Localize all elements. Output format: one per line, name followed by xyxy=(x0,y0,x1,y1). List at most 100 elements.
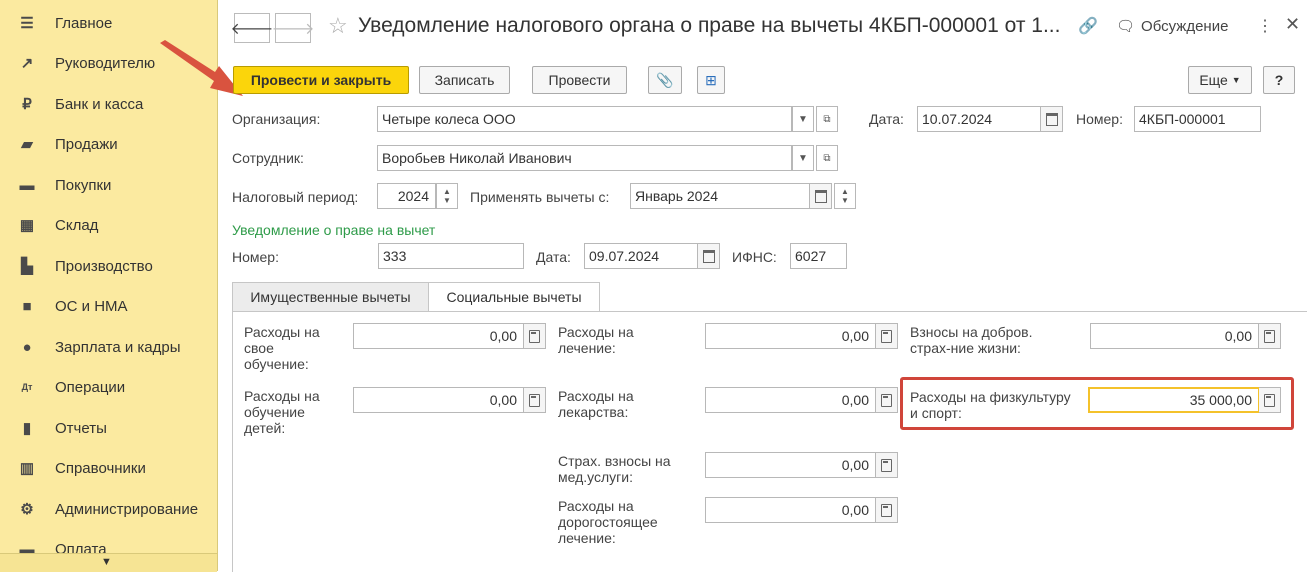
sidebar-item-production[interactable]: ▙ Производство xyxy=(0,247,217,285)
organization-open[interactable]: ⧉ xyxy=(816,106,838,132)
medicines-field[interactable]: 0,00 xyxy=(705,387,876,413)
med-insurance-label: Страх. взносы на мед.услуги: xyxy=(558,453,671,485)
sidebar-item-directories[interactable]: ▥ Справочники xyxy=(0,449,217,487)
open-icon: ⧉ xyxy=(823,113,831,125)
sidebar-item-label: Операции xyxy=(55,378,126,396)
sidebar-item-sales[interactable]: ▰ Продажи xyxy=(0,125,217,163)
notice-date-field[interactable]: 09.07.2024 xyxy=(584,243,698,269)
apply-from-calendar-button[interactable] xyxy=(810,183,832,209)
organization-field[interactable]: Четыре колеса ООО xyxy=(377,106,792,132)
forward-button[interactable]: 🡒 xyxy=(272,13,314,43)
life-insurance-calculator-button[interactable] xyxy=(1259,323,1281,349)
menu-icon: ☰ xyxy=(20,15,34,32)
sidebar-item-warehouse[interactable]: ▦ Склад xyxy=(0,206,217,244)
close-icon[interactable]: ✕ xyxy=(1285,14,1300,35)
tab-social-deductions[interactable]: Социальные вычеты xyxy=(428,282,600,312)
back-button[interactable]: 🡐 xyxy=(231,13,273,43)
employee-field[interactable]: Воробьев Николай Иванович xyxy=(377,145,792,171)
own-education-calculator-button[interactable] xyxy=(524,323,546,349)
link-icon[interactable]: 🔗 xyxy=(1078,16,1098,36)
expensive-treatment-label: Расходы на дорогостоящее лечение: xyxy=(558,498,658,546)
sidebar: ☰ Главное ↗ Руководителю ₽ Банк и касса … xyxy=(0,0,218,572)
discussion-button[interactable]: 🗨 Обсуждение xyxy=(1116,17,1228,36)
label-line: страх-ние жизни: xyxy=(910,340,1021,356)
children-education-label: Расходы на обучение детей: xyxy=(244,388,320,436)
medicines-calculator-button[interactable] xyxy=(876,387,898,413)
sport-calculator-button[interactable] xyxy=(1259,387,1281,413)
sidebar-item-operations[interactable]: Дт Операции xyxy=(0,368,217,406)
number-field[interactable]: 4КБП-000001 xyxy=(1134,106,1261,132)
more-button[interactable]: Еще ▼ xyxy=(1188,66,1252,94)
tab-property-deductions[interactable]: Имущественные вычеты xyxy=(232,282,429,312)
date-calendar-button[interactable] xyxy=(1041,106,1063,132)
operations-icon: Дт xyxy=(21,382,33,392)
organization-label: Организация: xyxy=(232,111,321,127)
label-line: Взносы на добров. xyxy=(910,324,1033,340)
tax-period-field[interactable]: 2024 xyxy=(377,183,436,209)
life-insurance-field[interactable]: 0,00 xyxy=(1090,323,1259,349)
chevron-down-icon: ▼ xyxy=(1231,75,1241,85)
save-button[interactable]: Записать xyxy=(419,66,510,94)
calculator-icon xyxy=(529,393,540,407)
employee-dropdown[interactable]: ▼ xyxy=(792,145,814,171)
page-title: Уведомление налогового органа о праве на… xyxy=(358,14,1061,37)
gear-icon: ⚙ xyxy=(20,501,34,518)
children-education-calculator-button[interactable] xyxy=(524,387,546,413)
expensive-treatment-calculator-button[interactable] xyxy=(876,497,898,523)
children-education-field[interactable]: 0,00 xyxy=(353,387,524,413)
sidebar-item-main[interactable]: ☰ Главное xyxy=(0,4,217,42)
sidebar-item-admin[interactable]: ⚙ Администрирование xyxy=(0,490,217,528)
sidebar-item-reports[interactable]: ▮ Отчеты xyxy=(0,409,217,447)
books-icon: ▥ xyxy=(19,460,35,477)
label-line: обучение xyxy=(244,404,305,420)
chevron-up-icon: ▲ xyxy=(443,187,451,196)
label-line: Страх. взносы на xyxy=(558,453,671,469)
chevron-down-icon: ▼ xyxy=(798,152,808,164)
expensive-treatment-field[interactable]: 0,00 xyxy=(705,497,876,523)
tax-period-stepper[interactable]: ▲ ▼ xyxy=(436,183,458,209)
factory-icon: ▙ xyxy=(21,258,33,275)
treatment-field[interactable]: 0,00 xyxy=(705,323,876,349)
treatment-calculator-button[interactable] xyxy=(876,323,898,349)
apply-from-label: Применять вычеты с: xyxy=(470,189,610,205)
sidebar-item-label: Администрирование xyxy=(55,500,199,518)
ifns-field[interactable]: 6027 xyxy=(790,243,847,269)
sidebar-item-label: Зарплата и кадры xyxy=(55,338,181,356)
notice-number-field[interactable]: 333 xyxy=(378,243,524,269)
sidebar-item-bank[interactable]: ₽ Банк и касса xyxy=(0,85,217,123)
number-label: Номер: xyxy=(1076,111,1123,127)
calculator-icon xyxy=(881,393,892,407)
sidebar-item-purchases[interactable]: ▬ Покупки xyxy=(0,166,217,204)
sidebar-item-salary[interactable]: ● Зарплата и кадры xyxy=(0,328,217,366)
sidebar-item-assets[interactable]: ■ ОС и НМА xyxy=(0,287,217,325)
more-vertical-icon[interactable]: ⋮ xyxy=(1257,16,1273,36)
structure-button[interactable]: ⊞ xyxy=(697,66,725,94)
calculator-icon xyxy=(1264,329,1275,343)
arrow-left-icon: 🡐 xyxy=(230,20,274,38)
post-button[interactable]: Провести xyxy=(532,66,627,94)
label-line: Расходы на xyxy=(558,324,634,340)
apply-from-stepper[interactable]: ▲ ▼ xyxy=(834,183,856,209)
label-line: Расходы на xyxy=(558,388,634,404)
ifns-label: ИФНС: xyxy=(732,249,777,265)
sidebar-item-label: Производство xyxy=(55,257,153,275)
med-insurance-calculator-button[interactable] xyxy=(876,452,898,478)
date-field[interactable]: 10.07.2024 xyxy=(917,106,1041,132)
apply-from-field[interactable]: Январь 2024 xyxy=(630,183,810,209)
attach-button[interactable]: 📎 xyxy=(648,66,682,94)
notice-date-calendar-button[interactable] xyxy=(698,243,720,269)
medicines-label: Расходы на лекарства: xyxy=(558,388,634,420)
sport-field[interactable]: 35 000,00 xyxy=(1088,387,1260,413)
post-and-close-button[interactable]: Провести и закрыть xyxy=(233,66,409,94)
organization-dropdown[interactable]: ▼ xyxy=(792,106,814,132)
med-insurance-field[interactable]: 0,00 xyxy=(705,452,876,478)
own-education-field[interactable]: 0,00 xyxy=(353,323,524,349)
sidebar-item-manager[interactable]: ↗ Руководителю xyxy=(0,44,217,82)
life-insurance-label: Взносы на добров. страх-ние жизни: xyxy=(910,324,1033,356)
sidebar-item-label: ОС и НМА xyxy=(55,297,128,315)
chevron-up-icon: ▲ xyxy=(841,187,849,196)
sidebar-scroll-down[interactable]: ▼ xyxy=(0,553,217,572)
employee-open[interactable]: ⧉ xyxy=(816,145,838,171)
help-button[interactable]: ? xyxy=(1263,66,1295,94)
star-icon[interactable]: ☆ xyxy=(328,13,348,39)
